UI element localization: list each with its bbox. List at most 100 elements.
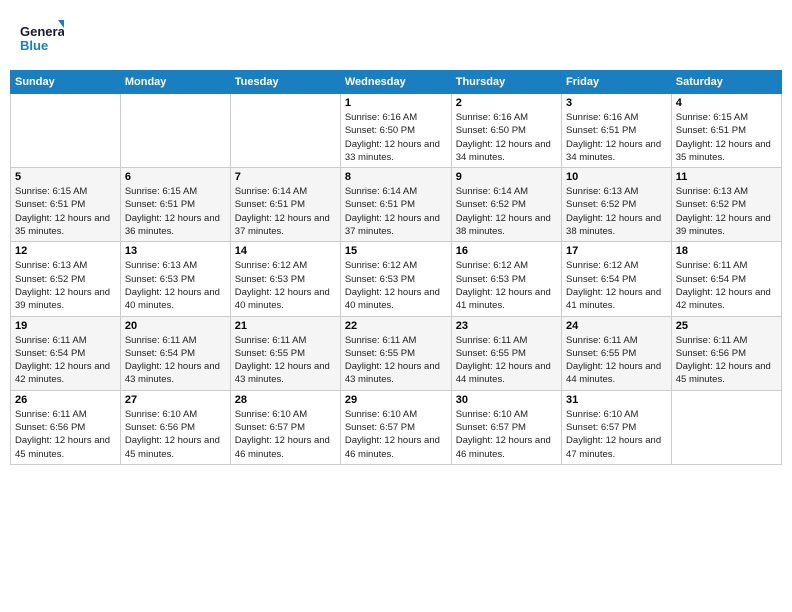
calendar-cell: 12 Sunrise: 6:13 AMSunset: 6:52 PMDayligh…: [11, 242, 121, 316]
day-number: 22: [345, 320, 447, 332]
day-number: 2: [456, 97, 557, 109]
calendar-cell: 28Sunrise: 6:10 AMSunset: 6:57 PMDayligh…: [230, 390, 340, 464]
day-of-week-header: Tuesday: [230, 71, 340, 94]
calendar-cell: 17 Sunrise: 6:12 AMSunset: 6:54 PMDayligh…: [562, 242, 672, 316]
day-info: Sunrise: 6:11 AMSunset: 6:56 PMDaylight:…: [15, 408, 116, 461]
day-number: 8: [345, 171, 447, 183]
calendar-cell: [120, 94, 230, 168]
day-number: 19: [15, 320, 116, 332]
calendar-week-row: 12 Sunrise: 6:13 AMSunset: 6:52 PMDayligh…: [11, 242, 782, 316]
calendar-cell: 8 Sunrise: 6:14 AMSunset: 6:51 PMDaylight…: [340, 168, 451, 242]
day-info: Sunrise: 6:11 AMSunset: 6:55 PMDaylight:…: [345, 334, 447, 387]
calendar-cell: 13 Sunrise: 6:13 AMSunset: 6:53 PMDayligh…: [120, 242, 230, 316]
calendar-cell: 27Sunrise: 6:10 AMSunset: 6:56 PMDayligh…: [120, 390, 230, 464]
day-of-week-header: Friday: [562, 71, 672, 94]
day-info: Sunrise: 6:11 AMSunset: 6:55 PMDaylight:…: [456, 334, 557, 387]
day-info: Sunrise: 6:14 AMSunset: 6:51 PMDaylight:…: [345, 185, 447, 238]
day-number: 23: [456, 320, 557, 332]
day-number: 16: [456, 245, 557, 257]
day-info: Sunrise: 6:16 AMSunset: 6:51 PMDaylight:…: [566, 111, 667, 164]
calendar-cell: 1 Sunrise: 6:16 AMSunset: 6:50 PMDaylight…: [340, 94, 451, 168]
day-number: 18: [676, 245, 777, 257]
day-info: Sunrise: 6:11 AMSunset: 6:54 PMDaylight:…: [676, 259, 777, 312]
day-number: 14: [235, 245, 336, 257]
day-number: 31: [566, 394, 667, 406]
calendar-cell: 14 Sunrise: 6:12 AMSunset: 6:53 PMDayligh…: [230, 242, 340, 316]
calendar-cell: 10 Sunrise: 6:13 AMSunset: 6:52 PMDayligh…: [562, 168, 672, 242]
calendar-cell: [11, 94, 121, 168]
day-number: 1: [345, 97, 447, 109]
day-info: Sunrise: 6:10 AMSunset: 6:57 PMDaylight:…: [456, 408, 557, 461]
day-of-week-header: Monday: [120, 71, 230, 94]
calendar-cell: 15 Sunrise: 6:12 AMSunset: 6:53 PMDayligh…: [340, 242, 451, 316]
calendar-cell: 3Sunrise: 6:16 AMSunset: 6:51 PMDaylight…: [562, 94, 672, 168]
day-info: Sunrise: 6:15 AMSunset: 6:51 PMDaylight:…: [125, 185, 226, 238]
calendar-week-row: 1 Sunrise: 6:16 AMSunset: 6:50 PMDaylight…: [11, 94, 782, 168]
calendar-cell: 9Sunrise: 6:14 AMSunset: 6:52 PMDaylight…: [451, 168, 561, 242]
day-info: Sunrise: 6:13 AMSunset: 6:53 PMDaylight:…: [125, 259, 226, 312]
day-number: 13: [125, 245, 226, 257]
calendar-header-row: SundayMondayTuesdayWednesdayThursdayFrid…: [11, 71, 782, 94]
day-of-week-header: Thursday: [451, 71, 561, 94]
calendar-cell: 24 Sunrise: 6:11 AMSunset: 6:55 PMDayligh…: [562, 316, 672, 390]
day-info: Sunrise: 6:12 AMSunset: 6:53 PMDaylight:…: [345, 259, 447, 312]
day-number: 12: [15, 245, 116, 257]
svg-text:Blue: Blue: [20, 38, 48, 53]
day-number: 5: [15, 171, 116, 183]
day-of-week-header: Sunday: [11, 71, 121, 94]
calendar-cell: 18 Sunrise: 6:11 AMSunset: 6:54 PMDayligh…: [671, 242, 781, 316]
day-number: 20: [125, 320, 226, 332]
day-number: 24: [566, 320, 667, 332]
calendar-cell: [671, 390, 781, 464]
calendar-cell: 21Sunrise: 6:11 AMSunset: 6:55 PMDayligh…: [230, 316, 340, 390]
calendar-week-row: 5 Sunrise: 6:15 AMSunset: 6:51 PMDaylight…: [11, 168, 782, 242]
calendar-cell: 4Sunrise: 6:15 AMSunset: 6:51 PMDaylight…: [671, 94, 781, 168]
calendar-cell: 7 Sunrise: 6:14 AMSunset: 6:51 PMDaylight…: [230, 168, 340, 242]
day-info: Sunrise: 6:15 AMSunset: 6:51 PMDaylight:…: [676, 111, 777, 164]
day-info: Sunrise: 6:10 AMSunset: 6:57 PMDaylight:…: [566, 408, 667, 461]
calendar-cell: 29Sunrise: 6:10 AMSunset: 6:57 PMDayligh…: [340, 390, 451, 464]
day-number: 17: [566, 245, 667, 257]
day-number: 10: [566, 171, 667, 183]
day-info: Sunrise: 6:11 AMSunset: 6:56 PMDaylight:…: [676, 334, 777, 387]
day-of-week-header: Saturday: [671, 71, 781, 94]
day-info: Sunrise: 6:16 AMSunset: 6:50 PMDaylight:…: [345, 111, 447, 164]
calendar-week-row: 19 Sunrise: 6:11 AMSunset: 6:54 PMDayligh…: [11, 316, 782, 390]
day-info: Sunrise: 6:16 AMSunset: 6:50 PMDaylight:…: [456, 111, 557, 164]
day-info: Sunrise: 6:12 AMSunset: 6:53 PMDaylight:…: [456, 259, 557, 312]
calendar-cell: 31 Sunrise: 6:10 AMSunset: 6:57 PMDayligh…: [562, 390, 672, 464]
calendar-week-row: 26 Sunrise: 6:11 AMSunset: 6:56 PMDayligh…: [11, 390, 782, 464]
calendar-cell: 16 Sunrise: 6:12 AMSunset: 6:53 PMDayligh…: [451, 242, 561, 316]
day-info: Sunrise: 6:12 AMSunset: 6:53 PMDaylight:…: [235, 259, 336, 312]
calendar-cell: 6 Sunrise: 6:15 AMSunset: 6:51 PMDaylight…: [120, 168, 230, 242]
page-header: General Blue: [10, 10, 782, 66]
day-info: Sunrise: 6:11 AMSunset: 6:55 PMDaylight:…: [566, 334, 667, 387]
day-info: Sunrise: 6:13 AMSunset: 6:52 PMDaylight:…: [15, 259, 116, 312]
day-info: Sunrise: 6:12 AMSunset: 6:54 PMDaylight:…: [566, 259, 667, 312]
day-number: 11: [676, 171, 777, 183]
day-info: Sunrise: 6:10 AMSunset: 6:56 PMDaylight:…: [125, 408, 226, 461]
day-number: 28: [235, 394, 336, 406]
day-number: 9: [456, 171, 557, 183]
day-info: Sunrise: 6:11 AMSunset: 6:54 PMDaylight:…: [125, 334, 226, 387]
calendar-cell: 23 Sunrise: 6:11 AMSunset: 6:55 PMDayligh…: [451, 316, 561, 390]
calendar-cell: 25Sunrise: 6:11 AMSunset: 6:56 PMDayligh…: [671, 316, 781, 390]
svg-text:General: General: [20, 24, 64, 39]
day-number: 26: [15, 394, 116, 406]
calendar-cell: 19 Sunrise: 6:11 AMSunset: 6:54 PMDayligh…: [11, 316, 121, 390]
logo-svg: General Blue: [20, 18, 64, 62]
day-number: 7: [235, 171, 336, 183]
calendar-cell: 2 Sunrise: 6:16 AMSunset: 6:50 PMDaylight…: [451, 94, 561, 168]
calendar-table: SundayMondayTuesdayWednesdayThursdayFrid…: [10, 70, 782, 465]
day-of-week-header: Wednesday: [340, 71, 451, 94]
calendar-cell: 20 Sunrise: 6:11 AMSunset: 6:54 PMDayligh…: [120, 316, 230, 390]
calendar-cell: 11Sunrise: 6:13 AMSunset: 6:52 PMDayligh…: [671, 168, 781, 242]
day-info: Sunrise: 6:13 AMSunset: 6:52 PMDaylight:…: [566, 185, 667, 238]
calendar-cell: [230, 94, 340, 168]
day-info: Sunrise: 6:11 AMSunset: 6:55 PMDaylight:…: [235, 334, 336, 387]
day-number: 15: [345, 245, 447, 257]
day-info: Sunrise: 6:11 AMSunset: 6:54 PMDaylight:…: [15, 334, 116, 387]
day-info: Sunrise: 6:10 AMSunset: 6:57 PMDaylight:…: [345, 408, 447, 461]
day-number: 6: [125, 171, 226, 183]
day-info: Sunrise: 6:14 AMSunset: 6:51 PMDaylight:…: [235, 185, 336, 238]
